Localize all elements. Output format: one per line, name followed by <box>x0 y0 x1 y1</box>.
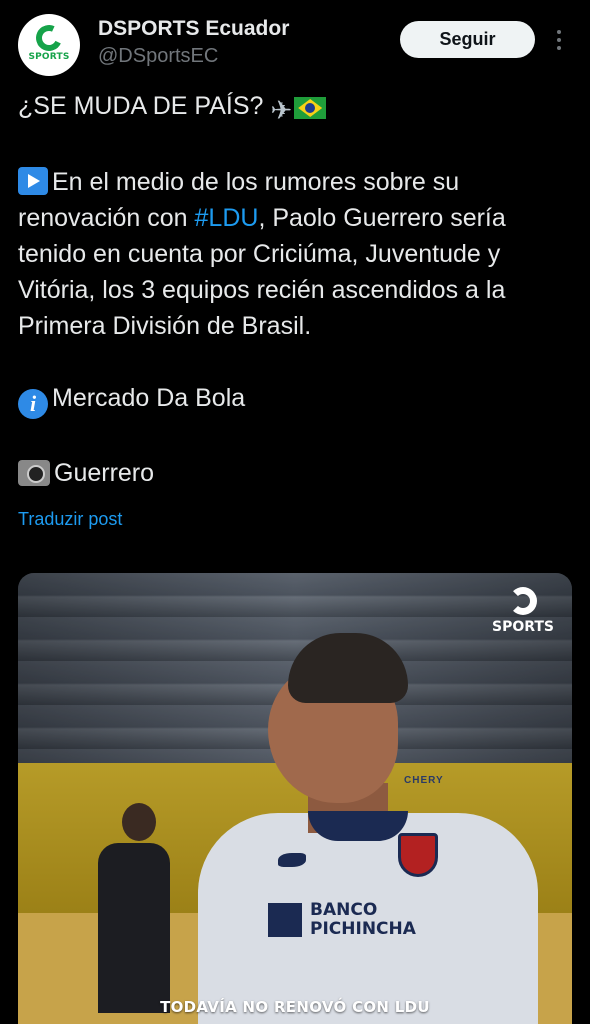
airplane-icon: ✈ <box>270 95 293 125</box>
tweet-source: i Mercado Da Bola <box>18 380 578 419</box>
user-handle[interactable]: @DSportsEC <box>98 45 289 68</box>
avatar-text: SPORTS <box>28 51 70 62</box>
info-icon: i <box>18 389 48 419</box>
main-player: CHERY BANCO PICHINCHA <box>168 633 548 1024</box>
jersey-brand: CHERY <box>404 775 444 786</box>
jersey-sponsor: BANCO PICHINCHA <box>268 895 448 945</box>
tweet-header: SPORTS DSPORTS Ecuador @DSportsEC Seguir <box>0 0 590 90</box>
dsports-watermark: SPORTS <box>488 587 558 643</box>
watermark-text: SPORTS <box>491 619 555 635</box>
source-text: Mercado Da Bola <box>52 384 246 412</box>
photo-credit-text: Guerrero <box>54 459 155 487</box>
tweet-headline: ¿SE MUDA DE PAÍS? ✈ <box>18 88 578 128</box>
dsports-logo-icon <box>32 20 66 55</box>
more-options-icon[interactable] <box>552 26 566 54</box>
image-caption: TODAVÍA NO RENOVÓ CON LDU <box>160 998 430 1016</box>
author-names: DSPORTS Ecuador @DSportsEC <box>98 17 289 68</box>
play-button-icon <box>18 167 48 195</box>
bank-logo-icon <box>268 903 302 937</box>
headline-text: ¿SE MUDA DE PAÍS? <box>18 92 264 120</box>
tweet-photo-credit: Guerrero <box>18 455 578 491</box>
ldu-crest-icon <box>398 833 438 877</box>
translate-post-link[interactable]: Traduzir post <box>18 509 122 530</box>
camera-icon <box>18 460 50 486</box>
tweet-paragraph: En el medio de los rumores sobre su reno… <box>18 164 578 344</box>
avatar[interactable]: SPORTS <box>18 14 80 76</box>
brazil-flag-icon <box>294 97 327 119</box>
background-player <box>98 803 178 1024</box>
hashtag-link[interactable]: #LDU <box>195 204 259 232</box>
sponsor-line-1: BANCO <box>310 900 378 920</box>
display-name[interactable]: DSPORTS Ecuador <box>98 17 289 41</box>
tweet-body: ¿SE MUDA DE PAÍS? ✈ En el medio de los r… <box>18 88 578 491</box>
tweet-media-image[interactable]: CHERY BANCO PICHINCHA SPORTS TODAVÍA NO R… <box>18 573 572 1024</box>
puma-logo-icon <box>278 853 306 867</box>
dsports-watermark-icon <box>509 587 537 615</box>
follow-button[interactable]: Seguir <box>400 21 535 58</box>
sponsor-line-2: PICHINCHA <box>310 919 416 939</box>
